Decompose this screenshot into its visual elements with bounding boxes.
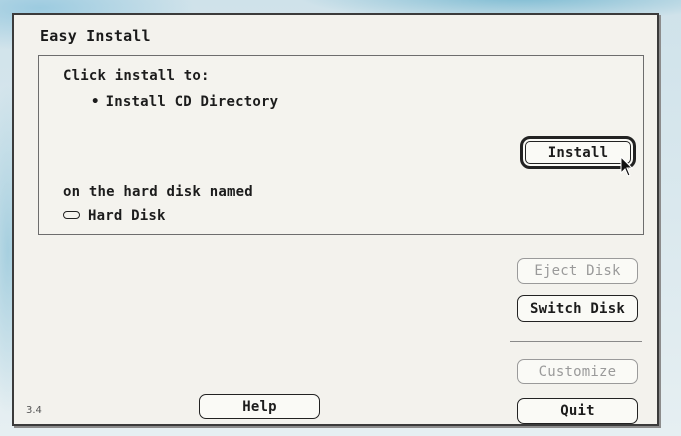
help-button-label: Help bbox=[242, 398, 277, 415]
customize-button-label: Customize bbox=[538, 363, 617, 380]
selected-disk: Hard Disk bbox=[63, 208, 166, 224]
install-options-panel: Click install to: • Install CD Directory … bbox=[38, 55, 644, 235]
version-label: 3.4 bbox=[26, 405, 42, 416]
quit-button[interactable]: Quit bbox=[517, 398, 638, 424]
quit-button-label: Quit bbox=[560, 403, 595, 419]
install-item: • Install CD Directory bbox=[91, 94, 278, 110]
dialog-title: Easy Install bbox=[40, 27, 151, 45]
switch-disk-button[interactable]: Switch Disk bbox=[517, 295, 638, 322]
customize-button[interactable]: Customize bbox=[517, 359, 638, 384]
install-button-label: Install bbox=[547, 144, 609, 161]
switch-disk-button-label: Switch Disk bbox=[530, 300, 625, 317]
button-divider bbox=[510, 341, 642, 342]
disk-name-label: Hard Disk bbox=[88, 208, 166, 224]
disk-prompt-label: on the hard disk named bbox=[63, 184, 253, 200]
eject-disk-button[interactable]: Eject Disk bbox=[517, 258, 638, 284]
install-button[interactable]: Install bbox=[520, 136, 636, 169]
arrow-cursor-icon bbox=[620, 156, 634, 177]
install-item-label: Install CD Directory bbox=[105, 94, 279, 110]
easy-install-dialog: Easy Install Click install to: • Install … bbox=[12, 13, 659, 426]
eject-disk-button-label: Eject Disk bbox=[534, 263, 621, 279]
bullet-icon: • bbox=[91, 94, 100, 110]
disk-icon bbox=[63, 211, 80, 219]
help-button[interactable]: Help bbox=[199, 394, 320, 419]
instruction-label: Click install to: bbox=[63, 68, 210, 84]
